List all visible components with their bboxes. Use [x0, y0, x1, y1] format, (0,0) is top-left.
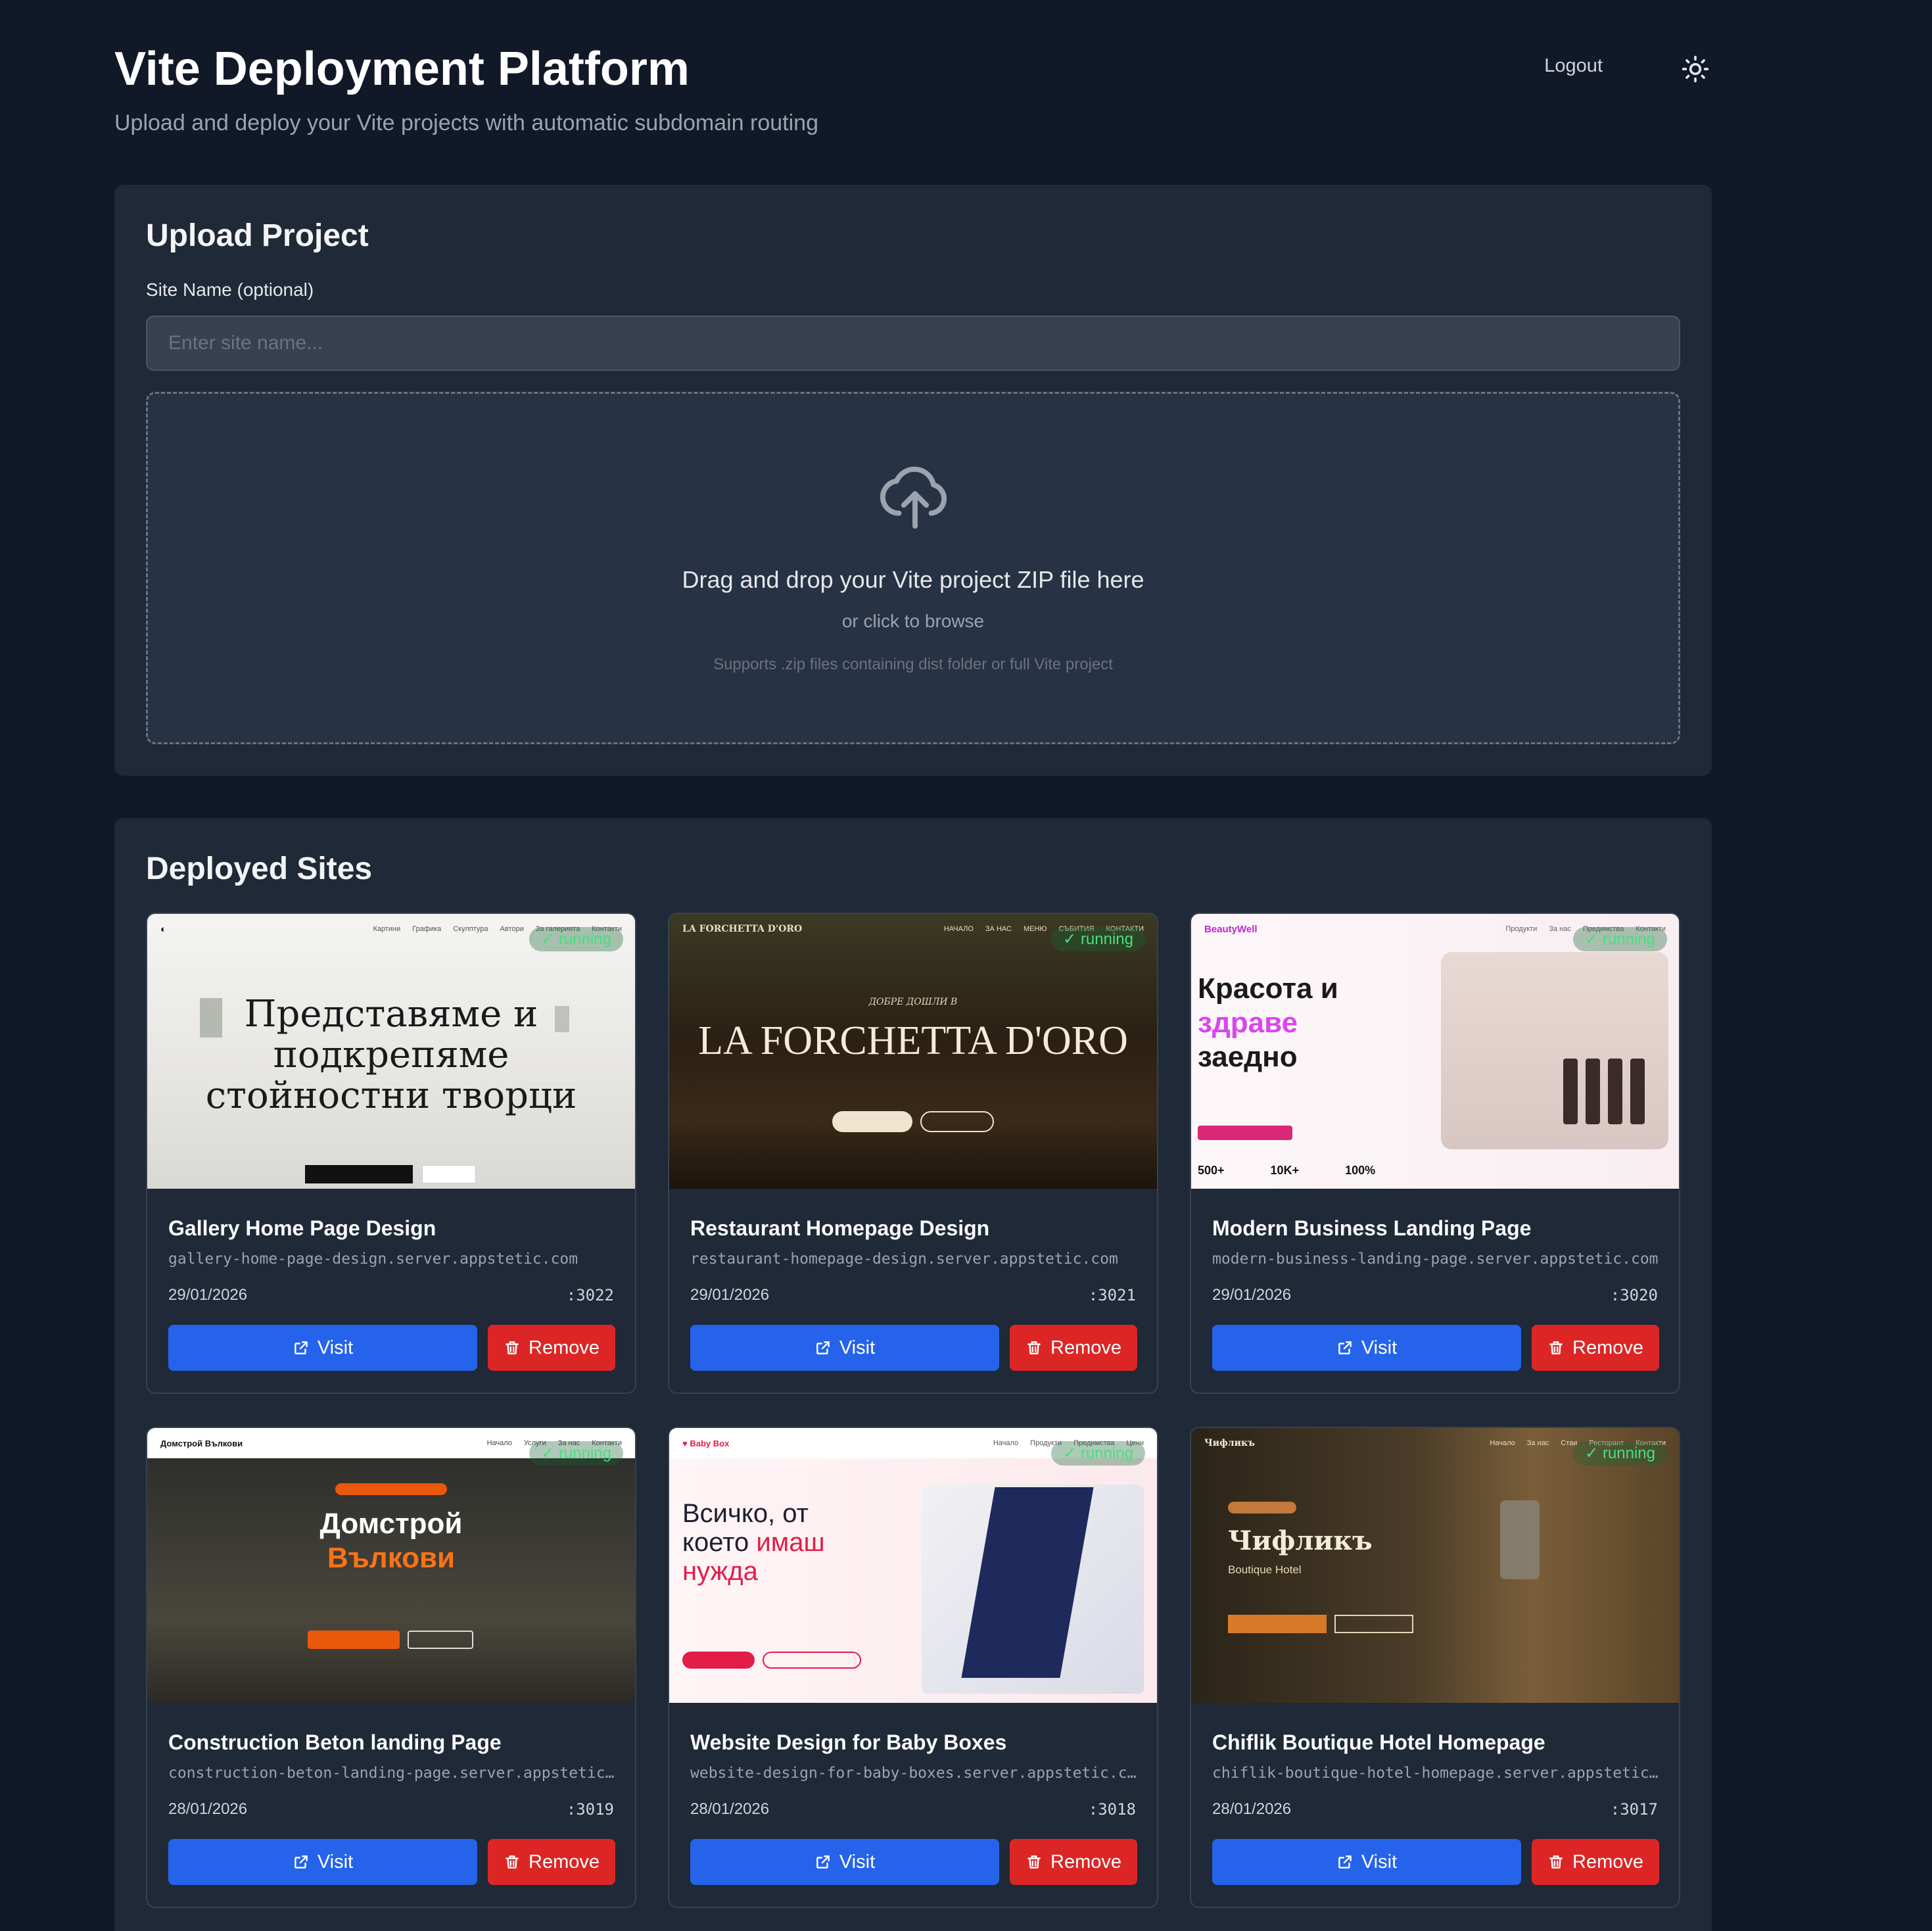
visit-button[interactable]: Visit: [1212, 1839, 1521, 1885]
trash-icon: [506, 1855, 519, 1869]
site-name: Restaurant Homepage Design: [690, 1216, 990, 1240]
site-name: Website Design for Baby Boxes: [690, 1730, 1007, 1754]
site-card: BeautyWell Продукти За нас Предимства Контак…: [1190, 913, 1680, 1394]
upload-dropzone[interactable]: Drag and drop your Vite project ZIP file…: [146, 392, 1680, 744]
site-date: 28/01/2026: [1212, 1800, 1292, 1818]
status-badge: ✓ running: [529, 927, 623, 951]
thumb-line-1: Всичко, от: [682, 1499, 809, 1528]
external-link-icon: [295, 1341, 308, 1354]
remove-button[interactable]: Remove: [488, 1839, 615, 1885]
site-card: ♥ Baby Box Начало Продукти Предимства Цени В…: [668, 1427, 1158, 1908]
status-badge: ✓ running: [1573, 927, 1667, 951]
site-url[interactable]: restaurant-homepage-design.server.appste…: [690, 1251, 1137, 1268]
site-url[interactable]: construction-beton-landing-page.server.a…: [168, 1765, 615, 1782]
site-preview-thumbnail[interactable]: LA FORCHETTA D'ORO НАЧАЛО ЗА НАС МЕНЮ СЪБИТИ…: [669, 914, 1157, 1189]
site-preview-thumbnail[interactable]: Чифликъ Начало За нас Стаи Ресторант Контакти…: [1191, 1428, 1679, 1703]
site-name: Construction Beton landing Page: [168, 1730, 502, 1754]
site-preview-thumbnail[interactable]: Домстрой Вълкови Начало Услуги За нас Контак…: [147, 1428, 635, 1703]
site-url[interactable]: website-design-for-baby-boxes.server.app…: [690, 1765, 1137, 1782]
upload-title: Upload Project: [146, 218, 369, 253]
deployed-sites-title: Deployed Sites: [146, 851, 373, 886]
site-date: 29/01/2026: [690, 1286, 770, 1304]
trash-icon: [1027, 1341, 1041, 1354]
external-link-icon: [816, 1341, 830, 1354]
status-badge: ✓ running: [1573, 1441, 1667, 1466]
site-name-label: Site Name (optional): [146, 279, 314, 300]
status-badge: ✓ running: [529, 1441, 623, 1466]
logout-button[interactable]: Logout: [1544, 55, 1603, 77]
trash-icon: [1549, 1855, 1563, 1869]
visit-button[interactable]: Visit: [1212, 1325, 1521, 1371]
external-link-icon: [816, 1855, 830, 1869]
thumb-headline: LA FORCHETTA D'ORO: [698, 1018, 1128, 1063]
site-port: :3021: [1088, 1286, 1136, 1304]
thumb-line-1: Красота и: [1198, 972, 1338, 1005]
site-card: LA FORCHETTA D'ORO НАЧАЛО ЗА НАС МЕНЮ СЪБИТИ…: [668, 913, 1158, 1394]
page-subtitle: Upload and deploy your Vite projects wit…: [114, 110, 818, 135]
visit-button[interactable]: Visit: [690, 1325, 999, 1371]
trash-icon: [1549, 1341, 1563, 1354]
site-port: :3019: [566, 1800, 614, 1819]
dropzone-main-text: Drag and drop your Vite project ZIP file…: [682, 566, 1144, 593]
status-badge: ✓ running: [1051, 927, 1145, 951]
external-link-icon: [1338, 1855, 1352, 1869]
site-url[interactable]: modern-business-landing-page.server.apps…: [1212, 1251, 1659, 1268]
thumb-headline: Чифликъ: [1228, 1525, 1373, 1556]
site-date: 29/01/2026: [168, 1286, 248, 1304]
page-title: Vite Deployment Platform: [114, 43, 690, 95]
theme-toggle-button[interactable]: [1679, 53, 1712, 85]
thumb-line-2: Вълкови: [327, 1542, 456, 1574]
external-link-icon: [1338, 1341, 1352, 1354]
site-preview-thumbnail[interactable]: ♥ Baby Box Начало Продукти Предимства Цени В…: [669, 1428, 1157, 1703]
remove-button[interactable]: Remove: [1532, 1839, 1659, 1885]
thumb-line-3: заедно: [1198, 1041, 1298, 1073]
site-card: ◐ Картини Графика Скулптура Автори За галерия…: [146, 913, 636, 1394]
site-card: Чифликъ Начало За нас Стаи Ресторант Контакти…: [1190, 1427, 1680, 1908]
remove-button[interactable]: Remove: [1010, 1325, 1137, 1371]
external-link-icon: [295, 1855, 308, 1869]
site-name: Chiflik Boutique Hotel Homepage: [1212, 1730, 1545, 1754]
site-port: :3022: [566, 1286, 614, 1304]
thumb-headline: Представяме и подкрепяме стойностни твор…: [205, 993, 577, 1117]
site-port: :3018: [1088, 1800, 1136, 1819]
remove-button[interactable]: Remove: [488, 1325, 615, 1371]
thumb-line-2: здраве: [1198, 1007, 1298, 1039]
visit-button[interactable]: Visit: [690, 1839, 999, 1885]
page-header: Vite Deployment Platform Upload and depl…: [114, 39, 1712, 145]
sun-icon: [1682, 55, 1709, 83]
site-url[interactable]: chiflik-boutique-hotel-homepage.server.a…: [1212, 1765, 1659, 1782]
dropzone-sub-text: or click to browse: [841, 611, 985, 631]
status-badge: ✓ running: [1051, 1441, 1145, 1466]
thumb-line-1: Домстрой: [319, 1508, 463, 1540]
site-name: Gallery Home Page Design: [168, 1216, 436, 1240]
site-date: 29/01/2026: [1212, 1286, 1292, 1304]
thumb-line-2: което: [682, 1528, 749, 1557]
deployed-sites-panel: Deployed Sites ◐ Картини Графика Скулптура А…: [114, 818, 1712, 1931]
trash-icon: [506, 1341, 519, 1354]
site-card: Домстрой Вълкови Начало Услуги За нас Контак…: [146, 1427, 636, 1908]
visit-button[interactable]: Visit: [168, 1839, 477, 1885]
site-name: Modern Business Landing Page: [1212, 1216, 1532, 1240]
site-preview-thumbnail[interactable]: BeautyWell Продукти За нас Предимства Контак…: [1191, 914, 1679, 1189]
site-port: :3017: [1610, 1800, 1658, 1819]
site-preview-thumbnail[interactable]: ◐ Картини Графика Скулптура Автори За галерия…: [147, 914, 635, 1189]
remove-button[interactable]: Remove: [1010, 1839, 1137, 1885]
trash-icon: [1027, 1855, 1041, 1869]
cloud-upload-icon: [880, 466, 947, 529]
site-date: 28/01/2026: [168, 1800, 248, 1818]
site-date: 28/01/2026: [690, 1800, 770, 1818]
remove-button[interactable]: Remove: [1532, 1325, 1659, 1371]
visit-button[interactable]: Visit: [168, 1325, 477, 1371]
dropzone-hint-text: Supports .zip files containing dist fold…: [713, 656, 1113, 673]
site-port: :3020: [1610, 1286, 1658, 1304]
site-url[interactable]: gallery-home-page-design.server.appsteti…: [168, 1251, 615, 1268]
upload-panel: Upload Project Site Name (optional) Drag…: [114, 185, 1712, 776]
thumb-line-3: нужда: [682, 1557, 758, 1586]
site-name-input[interactable]: [146, 316, 1680, 371]
